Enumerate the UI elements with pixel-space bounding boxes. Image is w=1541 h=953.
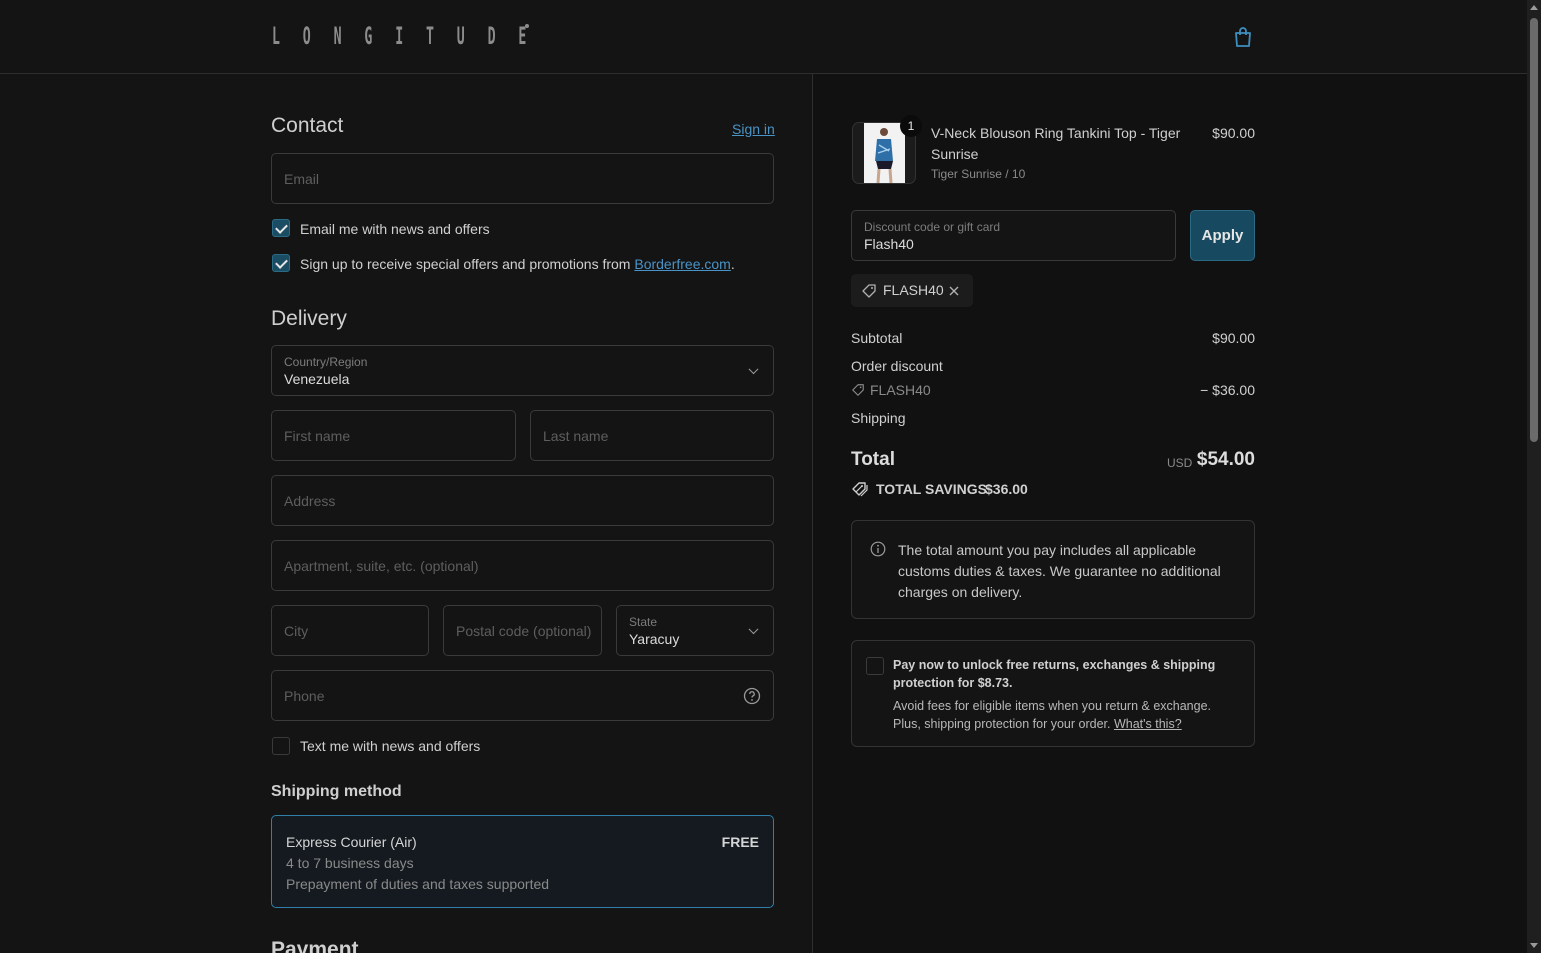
chevron-down-icon: [748, 363, 759, 374]
discount-code-field[interactable]: Discount code or gift card Flash40: [851, 210, 1176, 261]
scroll-down-arrow[interactable]: [1530, 943, 1538, 948]
borderfree-offers-checkbox[interactable]: [272, 254, 290, 272]
apartment-field[interactable]: Apartment, suite, etc. (optional): [271, 540, 774, 591]
product-name-line2: Sunrise: [931, 146, 979, 162]
logo-letter: G: [364, 22, 373, 50]
shipping-label: Shipping: [851, 410, 906, 426]
total-value: $54.00: [1196, 449, 1255, 470]
email-field[interactable]: Email: [271, 153, 774, 204]
tag-icon: [862, 284, 876, 298]
country-value: Venezuela: [284, 371, 350, 387]
total-savings-value: $36.00: [985, 481, 1028, 497]
duties-info-text: The total amount you pay includes all ap…: [898, 542, 1221, 600]
help-circle-icon[interactable]: [743, 687, 761, 705]
order-discount-label: Order discount: [851, 358, 943, 374]
applied-discount-chip: FLASH40: [851, 274, 973, 307]
product-image: [864, 123, 905, 183]
delivery-heading: Delivery: [271, 307, 347, 330]
last-name-placeholder: Last name: [543, 427, 609, 444]
borderfree-offers-label: Sign up to receive special offers and pr…: [300, 256, 735, 272]
logo-letter: I: [395, 22, 404, 50]
email-placeholder: Email: [284, 170, 320, 187]
address-field[interactable]: Address: [271, 475, 774, 526]
protection-title: Pay now to unlock free returns, exchange…: [893, 658, 1216, 690]
logo-letter: E: [518, 22, 527, 50]
logo-letter: N: [333, 22, 342, 50]
subtotal-value: $90.00: [1212, 330, 1255, 346]
borderfree-label-suffix: .: [730, 256, 735, 272]
tag-icon: [852, 384, 864, 396]
savings-tag-icon: [852, 482, 868, 497]
order-summary-panel: [813, 74, 1527, 953]
email-news-checkbox[interactable]: [272, 219, 290, 237]
first-name-field[interactable]: First name: [271, 410, 516, 461]
discount-code-value: Flash40: [864, 236, 914, 252]
discount-code-label: Discount code or gift card: [864, 220, 1001, 234]
phone-field[interactable]: Phone: [271, 670, 774, 721]
info-icon: [870, 541, 886, 557]
shipping-method-heading: Shipping method: [271, 783, 402, 800]
shipping-protection-box: Pay now to unlock free returns, exchange…: [851, 640, 1255, 747]
logo-letter: O: [302, 22, 311, 50]
order-discount-amount: − $36.00: [1200, 382, 1255, 398]
apply-discount-button[interactable]: Apply: [1190, 210, 1255, 261]
logo-letter: D: [487, 22, 496, 50]
scroll-up-arrow[interactable]: [1530, 5, 1538, 10]
duties-info-box: The total amount you pay includes all ap…: [851, 520, 1255, 619]
text-news-checkbox[interactable]: [272, 737, 290, 755]
applied-discount-code: FLASH40: [883, 282, 944, 298]
address-placeholder: Address: [284, 492, 336, 509]
email-news-label: Email me with news and offers: [300, 221, 490, 237]
borderfree-label-prefix: Sign up to receive special offers and pr…: [300, 256, 635, 272]
contact-heading: Contact: [271, 114, 344, 137]
shipping-option-price: FREE: [721, 834, 759, 850]
state-label: State: [629, 615, 658, 629]
shipping-option-days: 4 to 7 business days: [286, 855, 414, 871]
country-select[interactable]: Country/Region Venezuela: [271, 345, 774, 396]
first-name-placeholder: First name: [284, 427, 351, 444]
last-name-field[interactable]: Last name: [530, 410, 774, 461]
chevron-down-icon: [748, 623, 759, 634]
phone-placeholder: Phone: [284, 687, 325, 704]
total-currency: USD: [1167, 456, 1193, 470]
logo-letter: T: [426, 22, 434, 50]
product-variant: Tiger Sunrise / 10: [931, 167, 1026, 181]
apartment-placeholder: Apartment, suite, etc. (optional): [284, 557, 479, 574]
product-name-line1: V-Neck Blouson Ring Tankini Top - Tiger: [931, 125, 1181, 141]
logo-letter: U: [456, 22, 465, 50]
logo-letter: L: [272, 22, 280, 50]
product-price: $90.00: [1212, 125, 1255, 141]
column-divider: [812, 74, 813, 953]
text-news-label: Text me with news and offers: [300, 738, 481, 754]
shopping-bag-icon[interactable]: [1231, 25, 1255, 49]
remove-discount-icon[interactable]: [948, 285, 960, 297]
shipping-option-name: Express Courier (Air): [286, 834, 417, 850]
country-label: Country/Region: [284, 355, 368, 369]
payment-heading: Payment: [271, 938, 359, 953]
logo-registered-mark: [525, 24, 529, 28]
postal-code-field[interactable]: Postal code (optional): [443, 605, 602, 656]
state-value: Yaracuy: [629, 631, 680, 647]
postal-code-placeholder: Postal code (optional): [456, 622, 592, 639]
whats-this-link[interactable]: What's this?: [1114, 717, 1182, 731]
subtotal-label: Subtotal: [851, 330, 903, 346]
city-placeholder: City: [284, 622, 309, 639]
shipping-option-express[interactable]: Express Courier (Air) FREE 4 to 7 busine…: [271, 815, 774, 908]
sign-in-link[interactable]: Sign in: [732, 121, 775, 137]
protection-body: Avoid fees for eligible items when you r…: [893, 697, 1238, 733]
swimsuit-image: [875, 128, 893, 183]
store-logo[interactable]: L O N G I T U D E: [272, 22, 549, 50]
borderfree-link[interactable]: Borderfree.com: [634, 256, 730, 272]
item-quantity-badge: 1: [900, 115, 922, 137]
shipping-option-note: Prepayment of duties and taxes supported: [286, 876, 550, 892]
scroll-thumb[interactable]: [1530, 18, 1538, 442]
city-field[interactable]: City: [271, 605, 429, 656]
total-label: Total: [851, 449, 895, 470]
shipping-protection-checkbox[interactable]: [866, 657, 884, 675]
total-savings-label: TOTAL SAVINGS: [876, 481, 987, 497]
order-discount-code: FLASH40: [870, 382, 931, 398]
site-header: L O N G I T U D E: [0, 0, 1527, 74]
page-scrollbar[interactable]: [1527, 0, 1541, 953]
state-select[interactable]: State Yaracuy: [616, 605, 774, 656]
